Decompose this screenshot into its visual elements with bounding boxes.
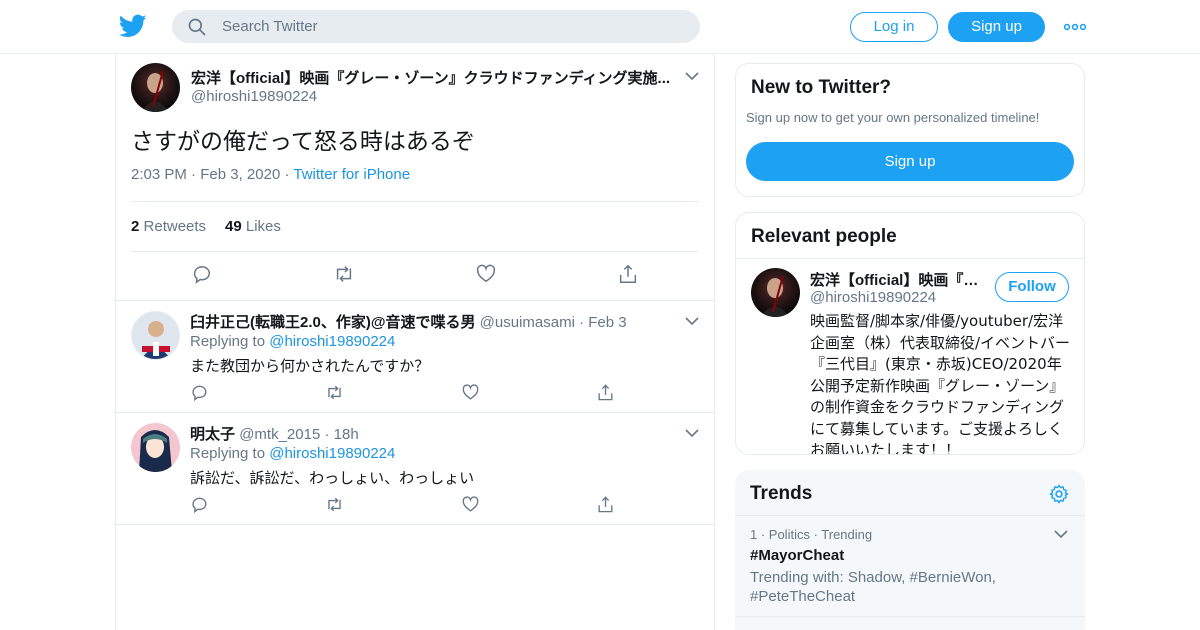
reply-actions — [190, 495, 630, 515]
person-name[interactable]: 宏洋【official】映画『グ... — [810, 269, 990, 290]
separator-dot: · — [324, 426, 334, 443]
tweet-source-link[interactable]: Twitter for iPhone — [293, 166, 410, 183]
retweets-stat[interactable]: 2 Retweets — [131, 218, 206, 235]
tweet-author-handle[interactable]: @hiroshi19890224 — [191, 88, 317, 105]
likes-stat[interactable]: 49 Likes — [225, 218, 281, 235]
like-icon[interactable] — [461, 383, 480, 402]
trend-with: Trending with: Shadow, #BernieWon, #Pete… — [750, 569, 996, 605]
tweet-author-name[interactable]: 宏洋【official】映画『グレー・ゾーン』クラウドファンディング実施... — [191, 67, 671, 88]
replying-to-label: Replying to — [190, 445, 266, 462]
login-button[interactable]: Log in — [850, 12, 938, 42]
trend-name[interactable]: #MayorCheat — [750, 547, 844, 564]
likes-label: Likes — [245, 218, 281, 235]
reply-icon[interactable] — [190, 495, 209, 514]
chevron-down-icon[interactable] — [684, 68, 700, 84]
retweets-label: Retweets — [143, 218, 207, 235]
tweet-date[interactable]: Feb 3, 2020 — [200, 166, 280, 183]
retweets-count: 2 — [131, 218, 140, 235]
chevron-down-icon[interactable] — [684, 425, 700, 441]
trend-meta: 1 · Politics · Trending — [750, 527, 873, 542]
settings-gear-icon[interactable] — [1048, 483, 1070, 505]
search-icon — [188, 18, 206, 36]
reply-icon[interactable] — [191, 263, 213, 285]
replying-to-mention[interactable]: @hiroshi19890224 — [269, 445, 395, 462]
signup-button[interactable]: Sign up — [948, 12, 1045, 42]
reply-tweet[interactable]: 明太子 @mtk_2015 · 18h Replying to @hiroshi… — [116, 413, 714, 525]
reply-actions — [190, 383, 630, 403]
like-icon[interactable] — [461, 495, 480, 514]
card-divider — [736, 258, 1084, 259]
separator-dot: · — [579, 314, 589, 331]
card-title: Relevant people — [751, 226, 897, 247]
trend-item[interactable]: 1 · Politics · Trending #MayorCheat Tren… — [735, 516, 1085, 616]
tweet-time[interactable]: 2:03 PM — [131, 166, 187, 183]
person-bio: 映画監督/脚本家/俳優/youtuber/宏洋企画室（株）代表取締役/イベントバ… — [810, 312, 1071, 455]
trends-card: Trends 1 · Politics · Trending #MayorChe… — [735, 470, 1085, 630]
replying-to: Replying to @hiroshi19890224 — [190, 445, 395, 462]
replying-to-label: Replying to — [190, 333, 266, 350]
more-dots-icon[interactable] — [1063, 18, 1087, 36]
tweet-actions — [116, 263, 714, 289]
reply-text: 訴訟だ、訴訟だ、わっしょい、わっしょい — [190, 469, 475, 487]
card-title: New to Twitter? — [751, 77, 892, 98]
avatar[interactable] — [131, 311, 180, 360]
avatar[interactable] — [131, 423, 180, 472]
person-handle[interactable]: @hiroshi19890224 — [810, 289, 936, 306]
reply-icon[interactable] — [190, 383, 209, 402]
top-bar: Log in Sign up — [0, 0, 1200, 54]
avatar[interactable] — [131, 63, 180, 112]
search-input[interactable] — [222, 10, 682, 43]
retweet-icon[interactable] — [325, 495, 344, 514]
reply-header: 明太子 @mtk_2015 · 18h — [190, 423, 680, 444]
reply-tweet[interactable]: 臼井正己(転職王2.0、作家)@音速で喋る男 @usuimasami · Feb… — [116, 301, 714, 413]
search-box[interactable] — [172, 10, 700, 43]
card-subtitle: Sign up now to get your own personalized… — [746, 110, 1040, 125]
replying-to: Replying to @hiroshi19890224 — [190, 333, 395, 350]
chevron-down-icon[interactable] — [684, 313, 700, 329]
reply-text: また教団から何かされたんですか？ — [190, 357, 430, 375]
reply-header: 臼井正己(転職王2.0、作家)@音速で喋る男 @usuimasami · Feb… — [190, 311, 680, 332]
separator-dot: · — [191, 166, 201, 183]
reply-author-handle[interactable]: @mtk_2015 — [239, 426, 320, 443]
follow-button[interactable]: Follow — [995, 272, 1069, 302]
share-icon[interactable] — [617, 263, 639, 285]
twitter-bird-icon[interactable] — [119, 12, 147, 40]
tweet-text: さすがの俺だって怒る時はあるぞ — [131, 129, 475, 155]
relevant-people-card: Relevant people 宏洋【official】映画『グ... @hir… — [735, 212, 1085, 455]
replying-to-mention[interactable]: @hiroshi19890224 — [269, 333, 395, 350]
reply-author-name[interactable]: 臼井正己(転職王2.0、作家)@音速で喋る男 — [190, 314, 475, 331]
share-icon[interactable] — [596, 495, 615, 514]
tweet-meta: 2:03 PM · Feb 3, 2020 · Twitter for iPho… — [131, 166, 410, 183]
main-timeline: 宏洋【official】映画『グレー・ゾーン』クラウドファンディング実施... … — [115, 54, 715, 630]
card-title: Trends — [750, 483, 813, 504]
sidebar-signup-button[interactable]: Sign up — [746, 142, 1074, 181]
reply-time[interactable]: 18h — [334, 426, 359, 443]
focused-tweet[interactable]: 宏洋【official】映画『グレー・ゾーン』クラウドファンディング実施... … — [116, 54, 714, 301]
likes-count: 49 — [225, 218, 242, 235]
share-icon[interactable] — [596, 383, 615, 402]
tweet-stats: 2 Retweets 49 Likes — [131, 201, 699, 252]
reply-time[interactable]: Feb 3 — [588, 314, 626, 331]
retweet-icon[interactable] — [325, 383, 344, 402]
avatar[interactable] — [751, 268, 800, 317]
retweet-icon[interactable] — [333, 263, 355, 285]
reply-author-name[interactable]: 明太子 — [190, 426, 235, 443]
like-icon[interactable] — [475, 263, 497, 285]
chevron-down-icon[interactable] — [1053, 526, 1069, 542]
new-to-twitter-card: New to Twitter? Sign up now to get your … — [735, 63, 1085, 197]
reply-author-handle[interactable]: @usuimasami — [480, 314, 575, 331]
card-divider — [735, 616, 1085, 617]
